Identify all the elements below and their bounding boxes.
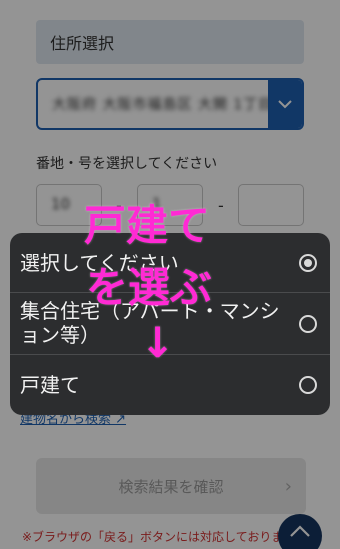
radio-unchecked-icon[interactable]: [299, 315, 317, 333]
annotation-arrow: ↓: [140, 318, 176, 367]
annotation-line-2: を選ぶ: [86, 263, 213, 312]
radio-checked-icon[interactable]: [299, 254, 317, 272]
annotation-line-1: 戸建て: [84, 201, 211, 250]
radio-unchecked-icon[interactable]: [299, 376, 317, 394]
picker-option-label: 戸建て: [20, 373, 80, 397]
